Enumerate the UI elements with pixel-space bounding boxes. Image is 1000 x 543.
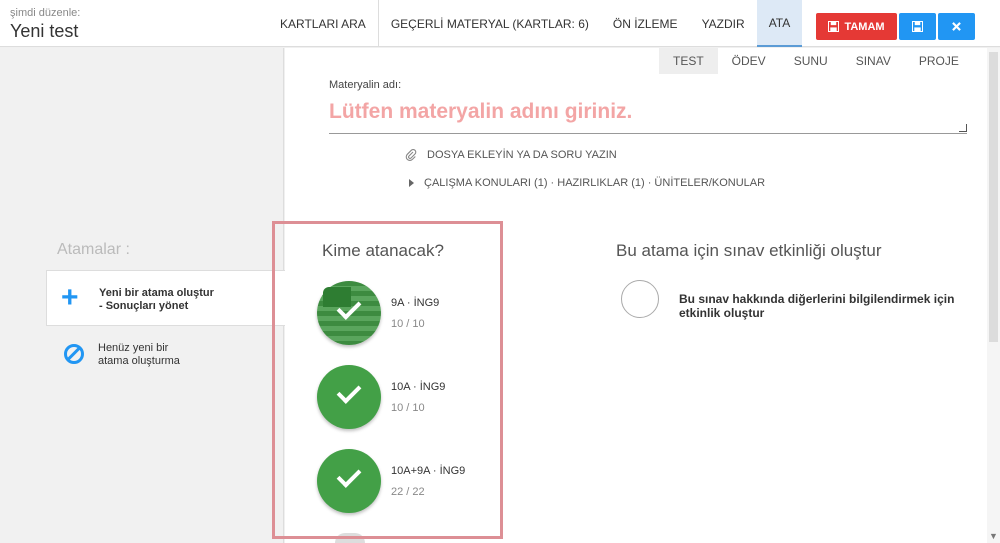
assignments-panel: Atamalar : + Yeni bir atama oluştur - So… <box>0 48 285 543</box>
plus-icon: + <box>61 281 79 314</box>
exam-activity-label: Bu sınav hakkında diğerlerini bilgilendi… <box>679 292 955 320</box>
nav-current-material[interactable]: GEÇERLİ MATERYAL (KARTLAR: 6) <box>379 0 601 47</box>
tab-exam[interactable]: SINAV <box>842 48 905 74</box>
close-button[interactable] <box>938 13 975 40</box>
exam-activity-radio[interactable] <box>621 280 659 318</box>
save-button[interactable] <box>899 13 936 40</box>
nav-search-cards[interactable]: KARTLARI ARA <box>268 0 379 47</box>
new-assignment-label: Yeni bir atama oluştur - Sonuçları yönet <box>99 287 214 313</box>
tab-project[interactable]: PROJE <box>905 48 973 74</box>
material-name-label: Materyalin adı: <box>329 79 402 91</box>
nav-print[interactable]: YAZDIR <box>690 0 757 47</box>
top-nav: KARTLARI ARA GEÇERLİ MATERYAL (KARTLAR: … <box>268 0 803 47</box>
done-label: TAMAM <box>844 20 885 33</box>
topics-label: ÇALIŞMA KONULARI (1) · HAZIRLIKLAR (1) ·… <box>424 177 766 189</box>
assignments-heading: Atamalar : <box>57 241 130 258</box>
recipients-highlight-frame <box>272 221 503 539</box>
material-name-placeholder: Lütfen materyalin adını giriniz. <box>329 100 633 123</box>
material-type-tabs: TEST ÖDEV SUNU SINAV PROJE <box>659 48 973 74</box>
save-icon <box>828 21 840 32</box>
no-assignment-item[interactable]: Henüz yeni bir atama oluşturma <box>46 340 285 380</box>
close-icon <box>952 22 961 31</box>
no-assignment-line2: atama oluşturma <box>98 355 180 367</box>
new-assignment-line2: - Sonuçları yönet <box>99 300 189 312</box>
no-assignment-line1: Henüz yeni bir <box>98 342 169 354</box>
nav-preview[interactable]: ÖN İZLEME <box>601 0 690 47</box>
exam-activity-title: Bu atama için sınav etkinliği oluştur <box>616 241 882 260</box>
ban-icon <box>64 344 84 364</box>
tab-test[interactable]: TEST <box>659 48 718 74</box>
tab-homework[interactable]: ÖDEV <box>718 48 780 74</box>
edit-context-label: şimdi düzenle: <box>10 7 81 19</box>
nav-assign[interactable]: ATA <box>756 0 803 47</box>
new-assignment-line1: Yeni bir atama oluştur <box>99 287 214 299</box>
save-icon <box>912 21 923 32</box>
scrollbar[interactable]: ▼ <box>987 48 1000 543</box>
page-title: Yeni test <box>10 21 79 41</box>
attach-file-label: DOSYA EKLEYİN YA DA SORU YAZIN <box>427 149 617 161</box>
topics-toggle[interactable]: ÇALIŞMA KONULARI (1) · HAZIRLIKLAR (1) ·… <box>409 177 765 189</box>
scroll-down-icon[interactable]: ▼ <box>989 531 998 541</box>
new-assignment-item[interactable]: + Yeni bir atama oluştur - Sonuçları yön… <box>46 270 285 326</box>
caret-right-icon <box>409 179 414 187</box>
material-name-input[interactable]: Lütfen materyalin adını giriniz. <box>329 96 967 134</box>
paperclip-icon <box>405 149 417 161</box>
attach-file-link[interactable]: DOSYA EKLEYİN YA DA SORU YAZIN <box>405 149 617 161</box>
resize-handle[interactable] <box>959 124 967 132</box>
done-button[interactable]: TAMAM <box>816 13 897 40</box>
no-assignment-label: Henüz yeni bir atama oluşturma <box>98 342 180 368</box>
top-bar: şimdi düzenle: Yeni test KARTLARI ARA GE… <box>0 0 1000 47</box>
scrollbar-thumb[interactable] <box>989 52 998 342</box>
tab-presentation[interactable]: SUNU <box>780 48 842 74</box>
